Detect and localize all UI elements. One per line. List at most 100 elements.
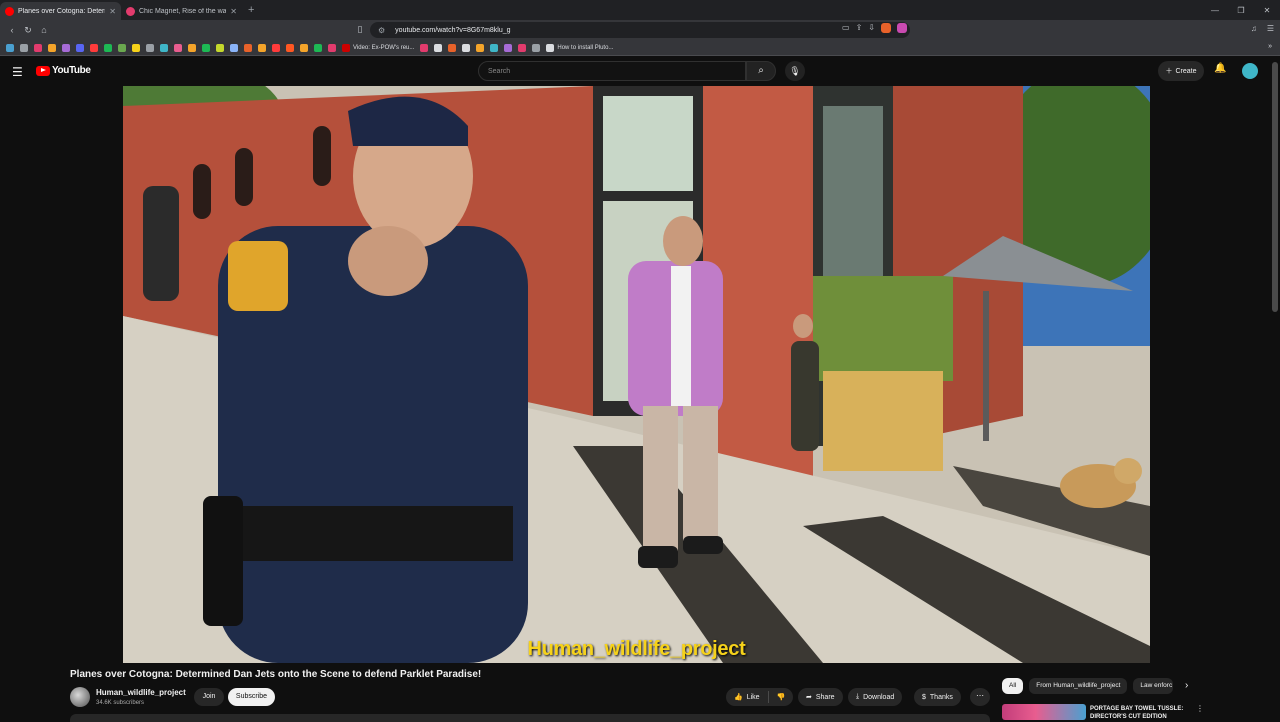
home-icon[interactable]: ⌂ bbox=[36, 25, 52, 35]
chevron-right-icon[interactable]: › bbox=[1185, 680, 1188, 691]
all-bookmarks-icon[interactable]: » bbox=[1268, 43, 1272, 50]
bookmark-pluto-link[interactable]: How to install Pluto... bbox=[546, 43, 613, 52]
youtube-play-icon bbox=[36, 65, 50, 76]
recommended-video-title[interactable]: PORTAGE BAY TOWEL TUSSLE: DIRECTOR'S CUT… bbox=[1090, 705, 1190, 721]
bookmark-icon[interactable] bbox=[62, 43, 70, 52]
brave-shield-icon[interactable] bbox=[880, 23, 891, 33]
create-label: Create bbox=[1175, 67, 1197, 75]
bookmark-icon[interactable] bbox=[104, 43, 112, 52]
bookmark-icon[interactable] bbox=[448, 43, 457, 52]
new-tab-plus-icon[interactable]: + bbox=[248, 4, 254, 16]
bookmark-icon[interactable] bbox=[420, 43, 429, 52]
like-button[interactable]: 👍 Like bbox=[726, 688, 768, 706]
notifications-bell-icon[interactable]: 🔔 bbox=[1214, 63, 1226, 74]
bookmark-icon[interactable] bbox=[174, 43, 182, 52]
downloads-icon[interactable]: ⇩ bbox=[868, 23, 875, 33]
bookmark-icon[interactable] bbox=[476, 43, 485, 52]
browser-tab[interactable]: Chic Magnet, Rise of the warrior wom ✕ bbox=[121, 2, 242, 20]
search-input[interactable]: Search bbox=[478, 61, 746, 81]
recommended-video-thumbnail[interactable] bbox=[1002, 704, 1086, 720]
thanks-label: Thanks bbox=[929, 693, 953, 701]
bookmark-icon[interactable] bbox=[48, 43, 56, 52]
bookmark-icon[interactable] bbox=[216, 43, 224, 52]
chip-law-enforcement[interactable]: Law enforc bbox=[1133, 678, 1174, 694]
bookmark-icon[interactable] bbox=[90, 43, 98, 52]
bookmark-icon[interactable] bbox=[490, 43, 499, 52]
media-control-icon[interactable]: ♫ bbox=[1251, 24, 1257, 33]
share-page-icon[interactable]: ⇪ bbox=[856, 23, 863, 33]
download-button[interactable]: ⤓ Download bbox=[848, 688, 903, 706]
share-button[interactable]: ➦ Share bbox=[798, 688, 843, 706]
bookmark-icon[interactable] bbox=[532, 43, 541, 52]
reload-icon[interactable]: ↻ bbox=[20, 25, 36, 36]
browser-tab-active[interactable]: Planes over Cotogna: Determ ✕ bbox=[0, 2, 121, 20]
bookmark-icon[interactable] bbox=[462, 43, 471, 52]
bookmark-video-link[interactable]: Video: Ex-POW's reu... bbox=[342, 43, 415, 52]
extension-icon[interactable] bbox=[896, 23, 907, 33]
menu-icon[interactable]: ☰ bbox=[1267, 24, 1274, 33]
tab-title: Chic Magnet, Rise of the warrior wom bbox=[139, 7, 227, 15]
thanks-button[interactable]: $ Thanks bbox=[914, 688, 961, 706]
bookmark-icon[interactable] bbox=[272, 43, 280, 52]
voice-search-mic-icon[interactable]: 🎙 bbox=[785, 61, 805, 81]
search-button[interactable]: ⌕ bbox=[746, 61, 776, 81]
bookmark-icon[interactable] bbox=[118, 43, 126, 52]
bookmark-icon[interactable] bbox=[34, 43, 42, 52]
channel-name[interactable]: Human_wildlife_project bbox=[96, 688, 186, 697]
video-caption-watermark: Human_wildlife_project bbox=[527, 638, 746, 660]
more-actions-icon[interactable]: ⋯ bbox=[970, 688, 990, 706]
account-avatar[interactable] bbox=[1242, 63, 1258, 79]
join-button[interactable]: Join bbox=[194, 688, 224, 706]
bookmark-icon[interactable] bbox=[6, 43, 14, 52]
minimize-icon[interactable]: — bbox=[1202, 6, 1228, 15]
bookmark-icon[interactable] bbox=[328, 43, 336, 52]
recommendation-more-icon[interactable]: ⋮ bbox=[1196, 704, 1204, 713]
description-box[interactable] bbox=[70, 714, 990, 722]
thumbs-up-icon: 👍 bbox=[734, 694, 743, 701]
bookmark-icon[interactable] bbox=[518, 43, 527, 52]
video-frame bbox=[123, 86, 1150, 663]
bookmark-icon[interactable] bbox=[504, 43, 513, 52]
tab-title: Planes over Cotogna: Determ bbox=[18, 7, 106, 15]
chip-all[interactable]: All bbox=[1002, 678, 1024, 694]
video-player[interactable]: Human_wildlife_project bbox=[123, 86, 1150, 663]
restore-icon[interactable]: ❐ bbox=[1228, 6, 1254, 15]
bookmark-icon[interactable] bbox=[146, 43, 154, 52]
cast-icon[interactable]: ▭ bbox=[842, 23, 850, 33]
close-tab-icon[interactable]: ✕ bbox=[230, 7, 237, 16]
bookmark-icon[interactable] bbox=[160, 43, 168, 52]
hamburger-menu-icon[interactable]: ☰ bbox=[12, 65, 23, 79]
bookmark-icon[interactable] bbox=[258, 43, 266, 52]
chip-from-channel[interactable]: From Human_wildlife_project bbox=[1029, 678, 1128, 694]
scrollbar-thumb[interactable] bbox=[1272, 62, 1278, 312]
bookmark-icon[interactable] bbox=[76, 43, 84, 52]
youtube-logo[interactable]: YouTube bbox=[36, 65, 91, 76]
back-arrow-icon[interactable]: ‹ bbox=[4, 25, 20, 35]
bookmark-icon[interactable] bbox=[230, 43, 238, 52]
video-title: Planes over Cotogna: Determined Dan Jets… bbox=[70, 669, 482, 680]
bookmark-icon[interactable] bbox=[434, 43, 443, 52]
bookmark-icon[interactable] bbox=[286, 43, 294, 52]
create-button[interactable]: ＋ Create bbox=[1158, 61, 1204, 81]
recommendation-chips: All From Human_wildlife_project Law enfo… bbox=[1002, 678, 1174, 694]
bookmark-icon[interactable] bbox=[132, 43, 140, 52]
bookmark-icon[interactable]: ▯ bbox=[352, 24, 368, 35]
youtube-favicon-icon bbox=[5, 6, 14, 16]
dislike-button[interactable]: 👎 bbox=[769, 688, 794, 706]
toolbar-right: ♫ ☰ bbox=[1251, 24, 1274, 33]
bookmark-icon[interactable] bbox=[244, 43, 252, 52]
bookmark-icon[interactable] bbox=[314, 43, 322, 52]
bookmark-icon[interactable] bbox=[188, 43, 196, 52]
subscribe-button[interactable]: Subscribe bbox=[228, 688, 275, 706]
address-bar[interactable]: ⚙ youtube.com/watch?v=8G67m8klu_g bbox=[370, 22, 910, 38]
bookmark-label: Video: Ex-POW's reu... bbox=[353, 44, 415, 51]
youtube-header: ☰ YouTube Search ⌕ 🎙 ＋ Create 🔔 bbox=[0, 56, 1280, 86]
site-info-icon[interactable]: ⚙ bbox=[378, 26, 385, 35]
bookmark-icon[interactable] bbox=[202, 43, 210, 52]
bookmark-icon[interactable] bbox=[20, 43, 28, 52]
channel-avatar[interactable] bbox=[70, 687, 90, 707]
bookmark-icon[interactable] bbox=[300, 43, 308, 52]
close-tab-icon[interactable]: ✕ bbox=[109, 7, 116, 16]
page-scrollbar[interactable] bbox=[1272, 60, 1278, 720]
close-window-icon[interactable]: ✕ bbox=[1254, 6, 1280, 15]
